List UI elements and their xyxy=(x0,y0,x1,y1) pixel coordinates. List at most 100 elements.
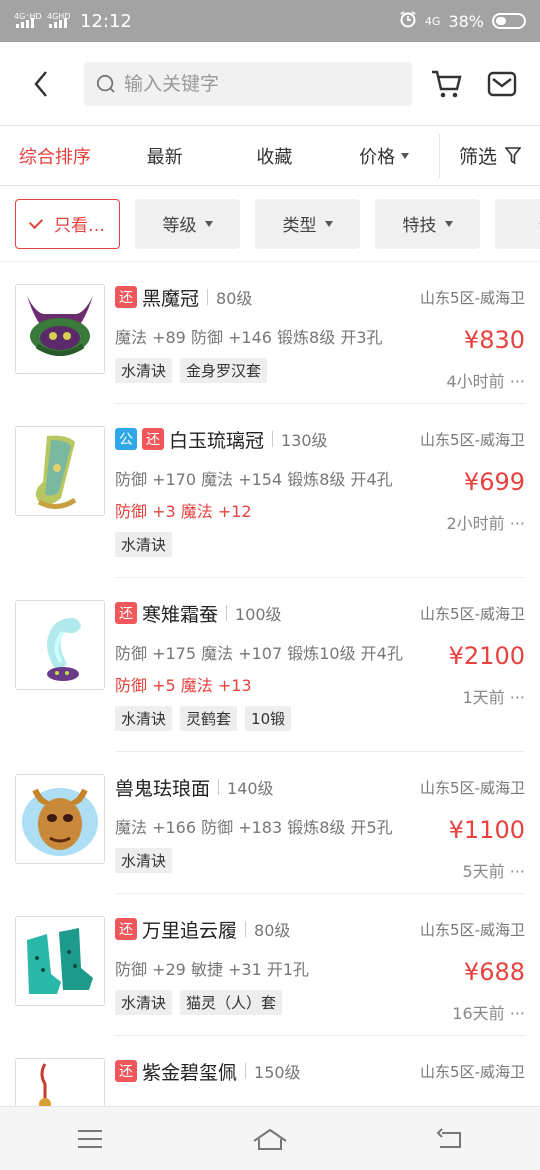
back-nav-button[interactable] xyxy=(420,1114,480,1164)
crown-icon xyxy=(35,435,77,509)
list-item[interactable]: 公 还 白玉琉璃冠 130级 山东5区-威海卫 防御 +170 魔法 +154 … xyxy=(0,404,540,578)
back-arrow-icon xyxy=(436,1127,461,1148)
chip-type[interactable]: 类型 xyxy=(255,198,360,249)
chip-label: 等级 xyxy=(162,216,197,236)
item-level: 80级 xyxy=(254,921,291,940)
message-button[interactable] xyxy=(480,62,524,106)
mask-icon xyxy=(22,788,98,856)
chip-skill[interactable]: 特技 xyxy=(375,198,480,249)
return-tag: 还 xyxy=(115,918,137,940)
item-level: 80级 xyxy=(216,289,253,308)
item-thumbnail xyxy=(15,600,105,690)
divider xyxy=(207,289,209,305)
item-level: 130级 xyxy=(281,431,328,450)
return-tag: 还 xyxy=(115,1060,137,1082)
caret-down-icon xyxy=(444,220,453,227)
battery-icon xyxy=(492,13,526,29)
caret-down-icon xyxy=(401,152,410,159)
item-name: 白玉琉璃冠 xyxy=(169,429,265,452)
chip-label: 特技 xyxy=(402,216,437,236)
item-server: 山东5区-威海卫 xyxy=(420,431,525,449)
sort-favorites[interactable]: 收藏 xyxy=(220,143,330,169)
item-label: 水清诀 xyxy=(115,358,173,383)
silkworm-icon xyxy=(47,617,81,681)
item-name: 万里追云履 xyxy=(142,919,238,942)
chip-only-view[interactable]: 只看… xyxy=(15,198,120,249)
sort-favorites-label: 收藏 xyxy=(256,146,293,168)
battery-percent: 38% xyxy=(448,11,484,31)
public-tag: 公 xyxy=(115,428,137,450)
item-server: 山东5区-威海卫 xyxy=(420,1063,525,1081)
item-thumbnail xyxy=(15,284,105,374)
list-item[interactable]: 还 万里追云履 80级 山东5区-威海卫 防御 +29 敏捷 +31 开1孔 ¥… xyxy=(0,894,540,1036)
back-button[interactable] xyxy=(16,59,66,109)
item-name: 黑魔冠 xyxy=(142,287,200,310)
item-level: 150级 xyxy=(254,1063,301,1082)
divider xyxy=(218,779,220,795)
item-price: ¥2100 xyxy=(448,642,525,670)
cart-icon xyxy=(432,70,462,97)
sort-latest-label: 最新 xyxy=(146,146,183,168)
chip-special[interactable]: 特 xyxy=(495,198,540,249)
check-icon xyxy=(28,214,44,229)
menu-button[interactable] xyxy=(60,1114,120,1164)
search-bar[interactable] xyxy=(84,61,412,106)
mail-icon xyxy=(487,71,517,96)
system-nav-bar xyxy=(0,1106,540,1170)
item-name: 兽鬼珐琅面 xyxy=(115,777,211,800)
caret-down-icon xyxy=(204,220,213,227)
list-item[interactable]: 兽鬼珐琅面 140级 山东5区-威海卫 魔法 +166 防御 +183 锻炼8级… xyxy=(0,752,540,894)
item-label: 水清诀 xyxy=(115,706,173,731)
list-item[interactable]: 还 黑魔冠 80级 山东5区-威海卫 魔法 +89 防御 +146 锻炼8级 开… xyxy=(0,262,540,404)
chip-label: 只看… xyxy=(54,216,105,236)
item-label: 水清诀 xyxy=(115,990,173,1015)
item-price: ¥830 xyxy=(463,326,525,354)
item-name: 紫金碧玺佩 xyxy=(142,1061,238,1084)
item-price: ¥1100 xyxy=(448,816,525,844)
item-label: 金身罗汉套 xyxy=(180,358,268,383)
item-time: 2小时前 ··· xyxy=(446,514,525,533)
sort-comprehensive[interactable]: 综合排序 xyxy=(0,143,110,169)
status-time: 12:12 xyxy=(80,10,132,32)
item-thumbnail xyxy=(15,916,105,1006)
divider xyxy=(245,1063,247,1079)
item-server: 山东5区-威海卫 xyxy=(420,779,525,797)
helmet-icon xyxy=(27,296,93,356)
svg-text:4G⁺HD: 4G⁺HD xyxy=(14,12,42,21)
network-label: 4G xyxy=(424,14,441,28)
item-name: 寒雉霜蚕 xyxy=(142,603,219,626)
return-tag: 还 xyxy=(142,428,164,450)
chip-level[interactable]: 等级 xyxy=(135,198,240,249)
item-time: 5天前 ··· xyxy=(462,862,525,881)
alarm-icon xyxy=(399,10,417,32)
home-button[interactable] xyxy=(240,1114,300,1164)
search-icon xyxy=(96,74,115,93)
filter-chip-bar: 只看… 等级 类型 特技 特 xyxy=(0,186,540,262)
divider xyxy=(226,605,228,621)
item-thumbnail xyxy=(15,426,105,516)
item-label: 水清诀 xyxy=(115,848,173,873)
item-time: 4小时前 ··· xyxy=(446,372,525,391)
filter-label: 筛选 xyxy=(458,146,497,168)
item-label: 灵鹤套 xyxy=(180,706,238,731)
item-thumbnail xyxy=(15,774,105,864)
filter-button[interactable]: 筛选 xyxy=(440,142,540,169)
divider xyxy=(272,431,274,447)
sort-comprehensive-label: 综合排序 xyxy=(18,146,91,168)
boots-icon xyxy=(27,928,93,994)
return-tag: 还 xyxy=(115,286,137,308)
item-time: 16天前 ··· xyxy=(452,1004,525,1023)
search-input[interactable] xyxy=(123,72,400,95)
sort-price[interactable]: 价格 xyxy=(329,143,439,169)
item-time: 1天前 ··· xyxy=(462,688,525,707)
cart-button[interactable] xyxy=(424,62,468,106)
return-tag: 还 xyxy=(115,602,137,624)
search-header xyxy=(0,42,540,126)
list-item[interactable]: 还 寒雉霜蚕 100级 山东5区-威海卫 防御 +175 魔法 +107 锻炼1… xyxy=(0,578,540,752)
status-bar: 4G⁺HD 4GHD 12:12 4G 38% xyxy=(0,0,540,42)
item-list: 还 黑魔冠 80级 山东5区-威海卫 魔法 +89 防御 +146 锻炼8级 开… xyxy=(0,262,540,1170)
item-price: ¥699 xyxy=(463,468,525,496)
item-label: 10锻 xyxy=(245,706,292,731)
chip-label: 类型 xyxy=(282,216,317,236)
sort-latest[interactable]: 最新 xyxy=(110,143,220,169)
